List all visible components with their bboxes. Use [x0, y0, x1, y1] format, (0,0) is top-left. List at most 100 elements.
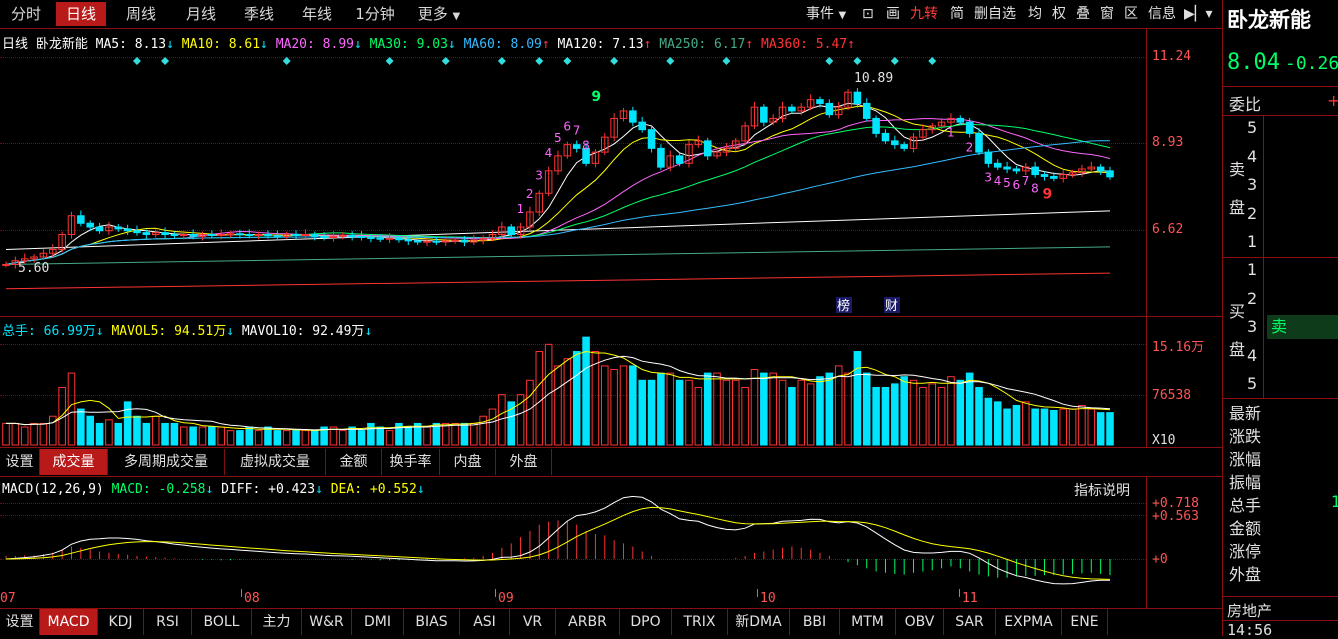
- volume-bar: [404, 426, 413, 446]
- tool-range[interactable]: 区: [1124, 2, 1138, 26]
- volume-bar: [441, 422, 450, 446]
- volume-bar: [292, 430, 300, 446]
- candle-body: [881, 132, 890, 142]
- tab-daily[interactable]: 日线: [56, 2, 106, 26]
- tool-nine-turn[interactable]: 九转: [910, 2, 938, 26]
- candle-body: [657, 147, 665, 168]
- volume-tab-6[interactable]: 内盘: [440, 449, 496, 475]
- tab-yearly[interactable]: 年线: [292, 2, 342, 26]
- plus-icon: +: [1327, 91, 1338, 110]
- volume-bar: [1059, 408, 1067, 446]
- volume-bar: [1078, 404, 1086, 446]
- indicator-tab-6[interactable]: W&R: [302, 609, 352, 635]
- volume-bar: [282, 430, 291, 446]
- tool-events[interactable]: 事件 ▼: [806, 2, 846, 26]
- candle-body: [170, 233, 179, 236]
- volume-tab-0[interactable]: 设置: [0, 449, 40, 475]
- indicator-tab-0[interactable]: 设置: [0, 609, 40, 635]
- indicator-tab-16[interactable]: MTM: [840, 609, 896, 635]
- indicator-tab-9[interactable]: ASI: [460, 609, 510, 635]
- signal-diamond-icon: [890, 57, 899, 65]
- indicator-tab-15[interactable]: BBI: [790, 609, 840, 635]
- kline-chart[interactable]: 10.895.60123456 789123 4 5 6 78 9榜财: [0, 52, 1146, 314]
- tool-info[interactable]: 信息: [1148, 2, 1176, 26]
- volume-tab-3[interactable]: 虚拟成交量: [225, 449, 326, 475]
- arrow-down-icon: ↓: [260, 37, 268, 52]
- lock-icon[interactable]: ⊡: [862, 2, 874, 26]
- indicator-tab-17[interactable]: OBV: [896, 609, 944, 635]
- tab-monthly[interactable]: 月线: [176, 2, 226, 26]
- tab-intraday[interactable]: 分时: [4, 2, 48, 26]
- candle-body: [1003, 166, 1011, 170]
- candle-body: [2, 263, 10, 266]
- indicator-tab-18[interactable]: SAR: [944, 609, 996, 635]
- macd-chart[interactable]: [0, 496, 1146, 596]
- volume-bar: [526, 379, 534, 446]
- tool-remove-watchlist[interactable]: 删自选: [974, 2, 1016, 26]
- date-tick-mark: [959, 589, 960, 597]
- tool-simple[interactable]: 简: [950, 2, 964, 26]
- tool-rights[interactable]: 权: [1052, 2, 1066, 26]
- divider: [0, 28, 1222, 29]
- indicator-tab-2[interactable]: KDJ: [98, 609, 144, 635]
- indicator-tab-5[interactable]: 主力: [252, 609, 302, 635]
- volume-chart[interactable]: [0, 336, 1146, 447]
- kline-legend-item: MA60: 8.09: [463, 37, 542, 52]
- indicator-tab-20[interactable]: ENE: [1062, 609, 1108, 635]
- tab-more[interactable]: 更多 ▼: [410, 2, 468, 26]
- nine-turn-count: 1: [947, 125, 955, 139]
- macd-legend-item: DEA: +0.552: [330, 482, 417, 497]
- volume-tab-2[interactable]: 多周期成交量: [108, 449, 225, 475]
- volume-tab-5[interactable]: 换手率: [382, 449, 440, 475]
- indicator-tab-14[interactable]: 新DMA: [728, 609, 790, 635]
- volume-tab-4[interactable]: 金额: [326, 449, 382, 475]
- indicator-tabs: 设置 MACD KDJ RSI BOLL 主力 W&R DMI BIAS ASI VR ARBR DPO…: [0, 609, 1222, 635]
- volume-bar: [179, 426, 188, 446]
- stat-label: 金额: [1229, 519, 1262, 538]
- candle-body: [975, 132, 983, 153]
- candle-body: [760, 106, 768, 123]
- tool-average[interactable]: 均: [1028, 2, 1042, 26]
- tab-1min[interactable]: 1分钟: [350, 2, 400, 26]
- volume-bar: [245, 426, 254, 446]
- last-price: 8.04: [1227, 50, 1280, 75]
- volume-bar: [170, 422, 179, 446]
- chevron-down-icon: ▼: [452, 11, 461, 22]
- sell-level: 2: [1247, 203, 1258, 223]
- volume-bar: [947, 376, 955, 446]
- price-change: -0.26: [1285, 53, 1338, 74]
- tool-draw[interactable]: 画: [886, 2, 900, 26]
- nine-turn-count: 9: [1043, 186, 1053, 202]
- tab-weekly[interactable]: 周线: [116, 2, 166, 26]
- volume-bar: [572, 351, 581, 446]
- indicator-tab-11[interactable]: ARBR: [556, 609, 620, 635]
- candle-body: [142, 232, 151, 235]
- indicator-tab-12[interactable]: DPO: [620, 609, 672, 635]
- indicator-tab-4[interactable]: BOLL: [192, 609, 252, 635]
- indicator-tab-10[interactable]: VR: [510, 609, 556, 635]
- indicator-tab-19[interactable]: EXPMA: [996, 609, 1062, 635]
- volume-bar: [582, 336, 590, 446]
- indicator-tab-7[interactable]: DMI: [352, 609, 404, 635]
- tab-quarterly[interactable]: 季线: [234, 2, 284, 26]
- volume-bar: [339, 430, 347, 446]
- collapse-panel-icon[interactable]: ▶▏▾: [1184, 2, 1213, 26]
- volume-bar: [881, 386, 890, 446]
- volume-tab-1[interactable]: 成交量: [40, 449, 108, 475]
- tool-overlay[interactable]: 叠: [1076, 2, 1090, 26]
- volume-bar: [647, 379, 656, 446]
- volume-tick-high: 15.16万: [1152, 340, 1205, 355]
- volume-bar: [479, 415, 487, 446]
- nine-turn-count: 3: [535, 168, 543, 182]
- tool-window[interactable]: 窗: [1100, 2, 1114, 26]
- volume-tab-7[interactable]: 外盘: [496, 449, 552, 475]
- indicator-tab-8[interactable]: BIAS: [404, 609, 460, 635]
- indicator-tab-13[interactable]: TRIX: [672, 609, 728, 635]
- long-ma-line: [5, 272, 1111, 290]
- indicator-tab-3[interactable]: RSI: [144, 609, 192, 635]
- nine-turn-count: 4: [545, 146, 553, 160]
- indicator-tab-1[interactable]: MACD: [40, 609, 98, 635]
- volume-bar: [488, 408, 497, 446]
- date-tick-mark: [241, 589, 242, 597]
- volume-bar: [1087, 408, 1096, 446]
